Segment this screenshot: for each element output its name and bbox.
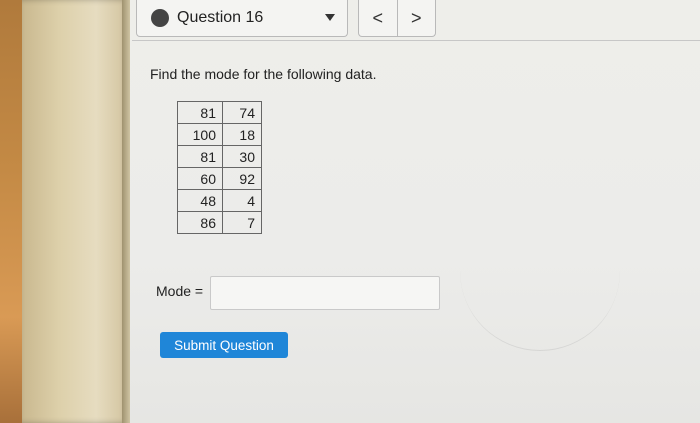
question-navigation-bar: Question 16 < > — [132, 0, 700, 41]
monitor-bezel-edge — [122, 0, 130, 423]
table-row: 86 7 — [177, 211, 262, 234]
table-cell: 81 — [177, 145, 223, 168]
mode-label: Mode = — [156, 283, 204, 299]
question-selector-label: Question 16 — [177, 9, 264, 26]
table-row: 100 18 — [177, 123, 262, 146]
mode-answer-input[interactable] — [210, 276, 440, 310]
question-prompt: Find the mode for the following data. — [150, 66, 377, 82]
table-row: 81 74 — [177, 101, 262, 124]
table-cell: 4 — [222, 189, 262, 212]
caret-down-icon — [325, 14, 335, 21]
table-cell: 18 — [222, 123, 262, 146]
table-cell: 92 — [222, 167, 262, 190]
table-cell: 7 — [222, 211, 262, 234]
table-row: 60 92 — [177, 167, 262, 190]
previous-question-button[interactable]: < — [359, 0, 397, 36]
table-cell: 48 — [177, 189, 223, 212]
table-cell: 86 — [177, 211, 223, 234]
monitor-bezel — [22, 0, 128, 423]
chevron-left-icon: < — [372, 7, 383, 28]
submit-question-button[interactable]: Submit Question — [160, 332, 288, 358]
question-nav-buttons: < > — [358, 0, 436, 37]
question-selector-dropdown[interactable]: Question 16 — [136, 0, 348, 37]
data-table: 81 74 100 18 81 30 60 92 48 4 86 7 — [177, 101, 262, 234]
table-cell: 100 — [177, 123, 223, 146]
table-row: 81 30 — [177, 145, 262, 168]
table-row: 48 4 — [177, 189, 262, 212]
table-cell: 81 — [177, 101, 223, 124]
chevron-right-icon: > — [410, 7, 422, 28]
table-cell: 60 — [177, 167, 223, 190]
question-status-dot-icon — [151, 9, 169, 27]
next-question-button[interactable]: > — [396, 0, 436, 36]
table-cell: 74 — [222, 101, 262, 124]
table-cell: 30 — [222, 145, 262, 168]
